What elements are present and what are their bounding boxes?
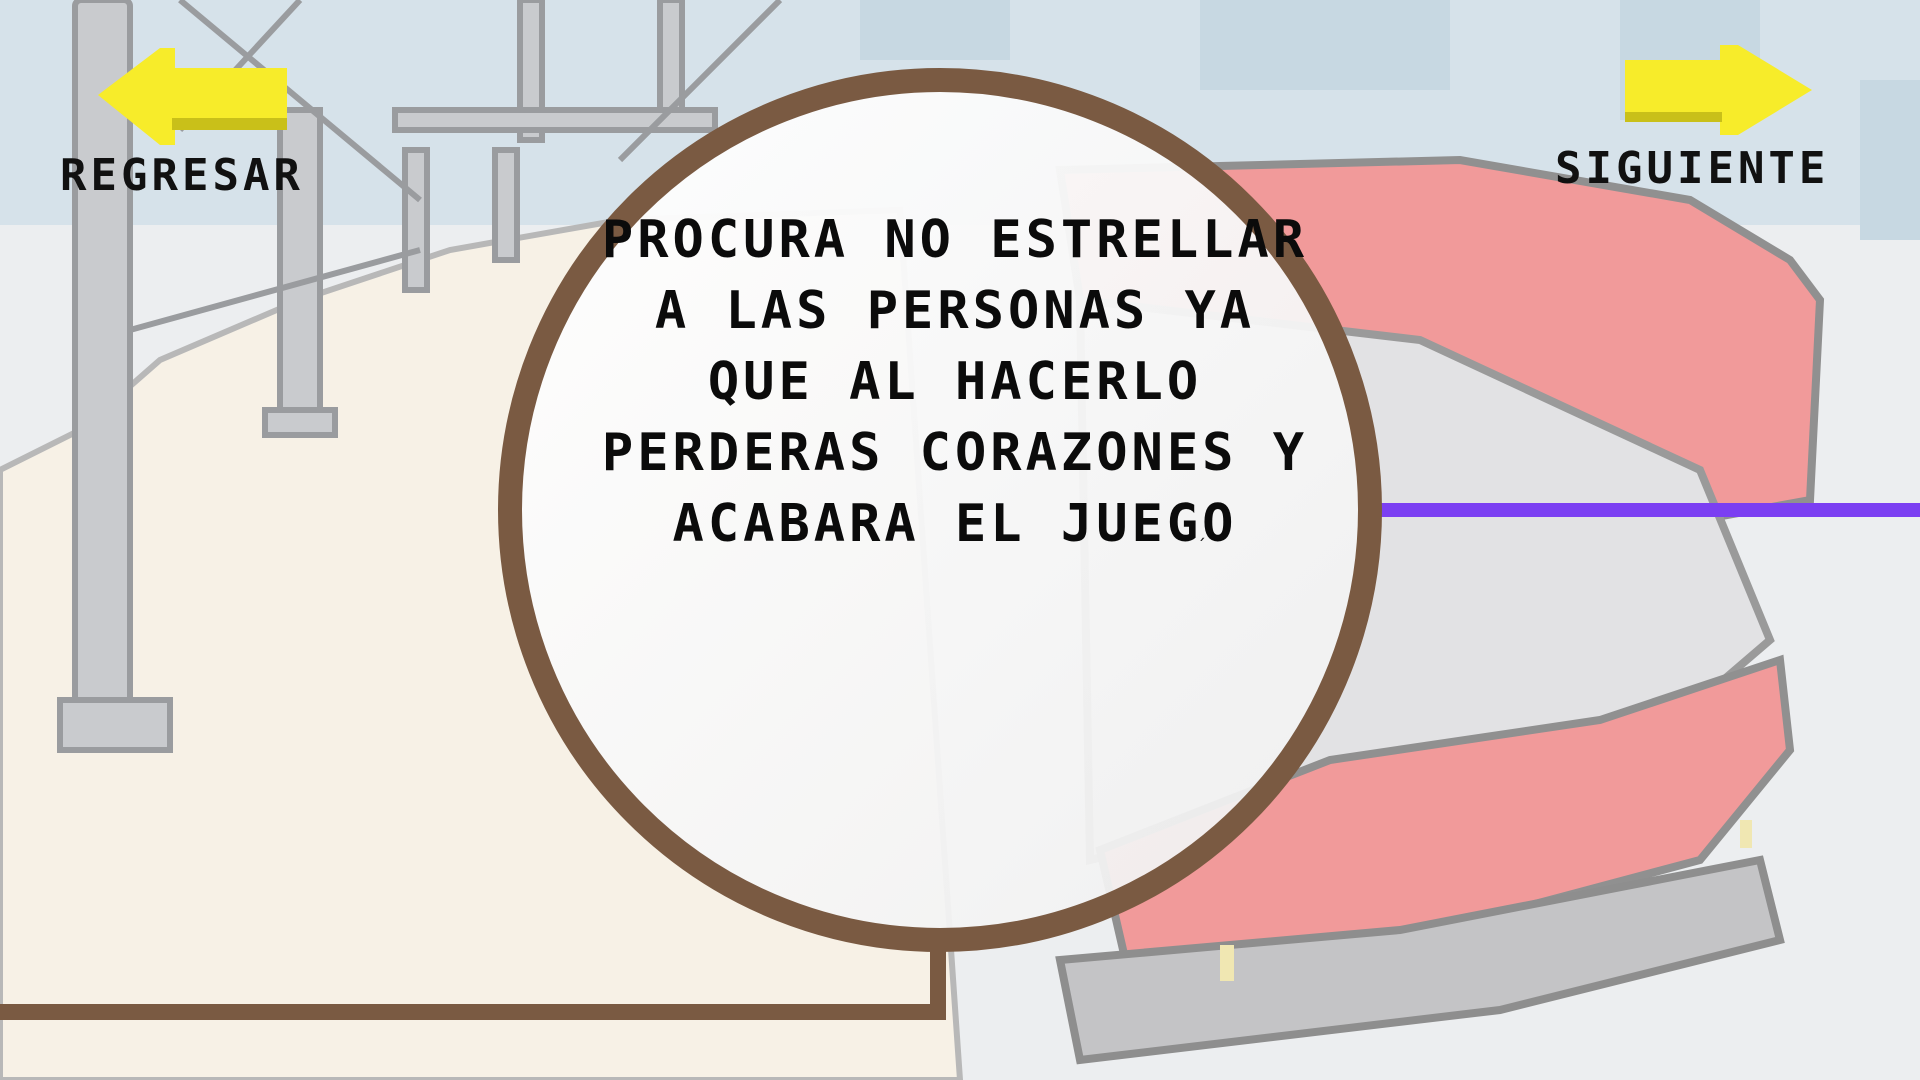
stray-accent-mark: ´ — [1197, 536, 1206, 557]
city-building — [1200, 0, 1450, 90]
bus-headlight — [1220, 945, 1234, 981]
city-building — [860, 0, 1010, 60]
city-building — [1860, 80, 1920, 240]
bus-headlight — [1740, 820, 1752, 848]
back-button[interactable]: Regresar — [60, 150, 304, 201]
dialog-message: Procura no estrellar a las personas ya q… — [601, 210, 1309, 554]
next-button[interactable]: Siguiente — [1555, 143, 1829, 194]
